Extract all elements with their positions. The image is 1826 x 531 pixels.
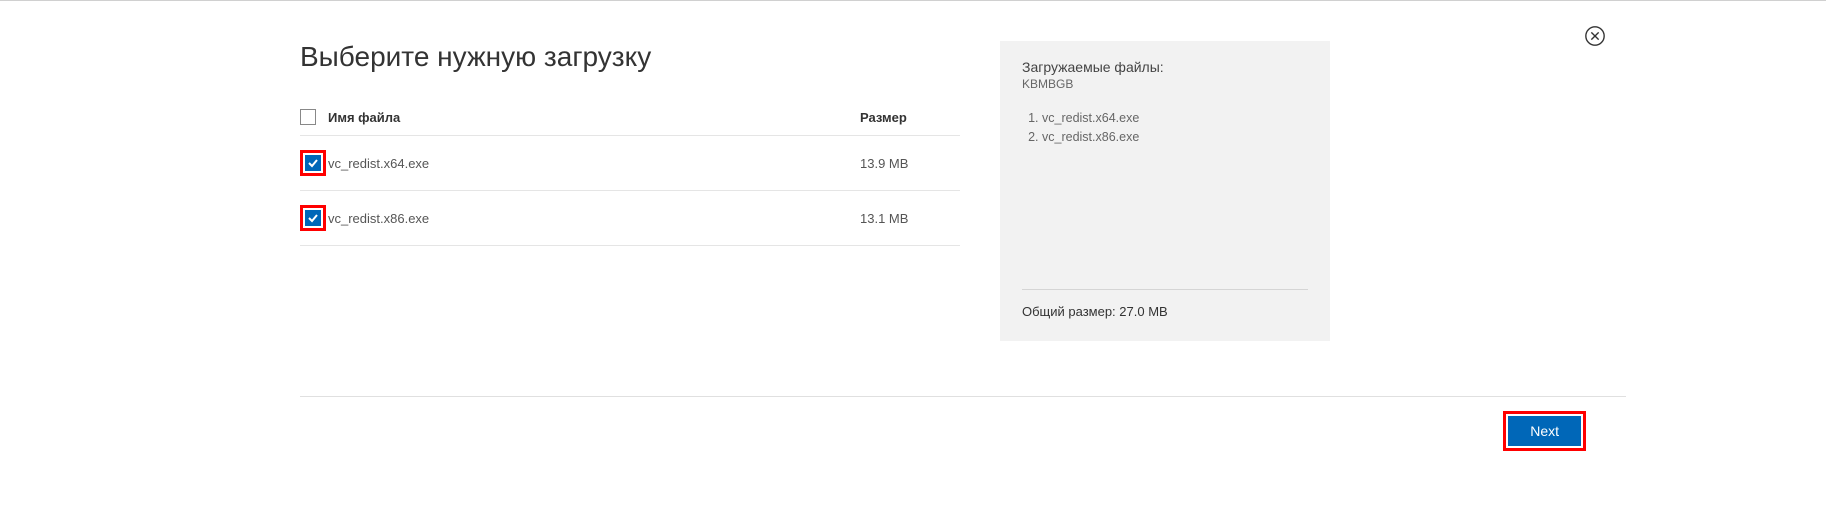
page-title: Выберите нужную загрузку — [300, 41, 960, 73]
row-checkbox[interactable] — [305, 210, 321, 226]
table-row: vc_redist.x86.exe 13.1 MB — [300, 191, 960, 246]
file-size: 13.1 MB — [860, 211, 960, 226]
table-row: vc_redist.x64.exe 13.9 MB — [300, 136, 960, 191]
file-table: Имя файла Размер vc_redist.x64.exe 13.9 … — [300, 101, 960, 246]
close-icon[interactable] — [1584, 25, 1606, 47]
row-checkbox[interactable] — [305, 155, 321, 171]
file-name: vc_redist.x86.exe — [328, 211, 860, 226]
next-button[interactable]: Next — [1508, 416, 1581, 446]
file-name: vc_redist.x64.exe — [328, 156, 860, 171]
download-summary-panel: Загружаемые файлы: KBMBGB vc_redist.x64.… — [1000, 41, 1330, 341]
summary-file-item: vc_redist.x86.exe — [1042, 128, 1308, 147]
summary-title: Загружаемые файлы: — [1022, 59, 1308, 75]
divider — [300, 396, 1626, 397]
table-header-row: Имя файла Размер — [300, 101, 960, 136]
column-header-name: Имя файла — [328, 110, 860, 125]
summary-total-size: Общий размер: 27.0 MB — [1022, 304, 1308, 319]
divider — [1022, 289, 1308, 290]
select-all-checkbox[interactable] — [300, 109, 316, 125]
summary-file-item: vc_redist.x64.exe — [1042, 109, 1308, 128]
summary-file-list: vc_redist.x64.exe vc_redist.x86.exe — [1022, 109, 1308, 147]
file-size: 13.9 MB — [860, 156, 960, 171]
summary-subtitle: KBMBGB — [1022, 77, 1308, 91]
column-header-size: Размер — [860, 110, 960, 125]
